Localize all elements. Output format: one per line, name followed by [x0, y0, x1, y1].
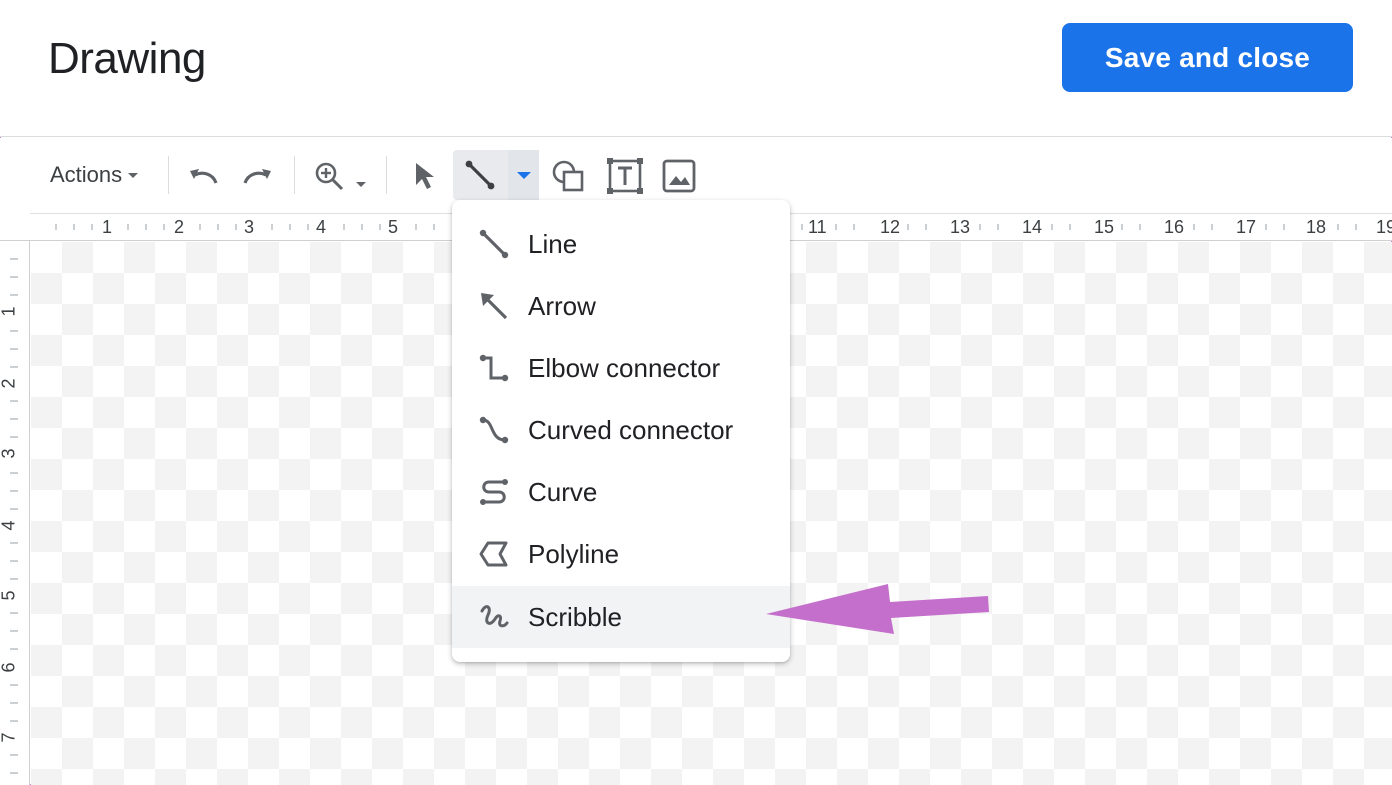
ruler-corner	[0, 213, 30, 241]
ruler-label: 12	[880, 217, 901, 237]
arrow-icon	[478, 290, 510, 322]
ruler-label: 17	[1236, 217, 1257, 237]
dialog-title: Drawing	[48, 34, 206, 83]
menu-item-label: Elbow connector	[528, 352, 721, 383]
toolbar-divider	[294, 156, 295, 194]
shape-icon[interactable]	[547, 155, 589, 197]
textbox-icon[interactable]	[604, 155, 646, 197]
undo-icon[interactable]	[182, 155, 224, 197]
polyline-icon	[478, 538, 510, 570]
toolbar-divider	[386, 156, 387, 194]
menu-item-curve[interactable]: Curve	[452, 461, 790, 523]
menu-item-label: Curved connector	[528, 414, 734, 445]
menu-item-label: Curve	[528, 476, 598, 507]
line-tool-dropdown[interactable]	[508, 150, 539, 200]
ruler-label: 3	[0, 448, 19, 459]
ruler-label: 11	[808, 217, 827, 237]
line-icon	[463, 158, 497, 192]
menu-item-scribble[interactable]: Scribble	[452, 586, 790, 648]
actions-menu-button[interactable]: Actions	[50, 162, 139, 188]
chevron-down-icon	[128, 172, 139, 178]
image-icon[interactable]	[658, 155, 700, 197]
menu-item-line[interactable]: Line	[452, 213, 790, 275]
curve-icon	[478, 476, 510, 508]
menu-item-label: Arrow	[528, 290, 596, 321]
elbow-connector-icon	[478, 352, 510, 384]
curved-connector-icon	[478, 414, 510, 446]
ruler-label: 16	[1164, 217, 1185, 237]
ruler-label: 14	[1022, 217, 1043, 237]
ruler-label: 4	[0, 520, 19, 531]
menu-item-arrow[interactable]: Arrow	[452, 275, 790, 337]
menu-item-label: Line	[528, 228, 578, 259]
ruler-label: 19	[1376, 217, 1392, 237]
ruler-label: 15	[1094, 217, 1115, 237]
ruler-vertical: 1 2 3 4 5 6 7	[0, 241, 30, 785]
line-icon	[478, 228, 510, 260]
select-icon[interactable]	[403, 155, 445, 197]
menu-item-curved-connector[interactable]: Curved connector	[452, 399, 790, 461]
ruler-label: 1	[102, 217, 113, 237]
dialog-header: Drawing Save and close	[0, 0, 1392, 137]
save-and-close-button[interactable]: Save and close	[1062, 23, 1353, 92]
toolbar-divider	[168, 156, 169, 194]
menu-item-polyline[interactable]: Polyline	[452, 523, 790, 585]
scribble-icon	[478, 601, 510, 633]
ruler-label: 7	[0, 732, 19, 743]
zoom-icon[interactable]	[308, 155, 350, 197]
actions-label: Actions	[50, 162, 123, 187]
ruler-label: 1	[0, 306, 19, 317]
line-type-menu: Line Arrow Elbow connector Curved connec…	[452, 200, 790, 662]
ruler-label: 13	[950, 217, 971, 237]
redo-icon[interactable]	[237, 155, 279, 197]
annotation-arrow-icon	[766, 584, 989, 634]
ruler-label: 18	[1306, 217, 1327, 237]
menu-item-label: Polyline	[528, 538, 620, 569]
ruler-label: 5	[0, 590, 19, 601]
ruler-label: 6	[0, 662, 19, 673]
menu-item-label: Scribble	[528, 601, 622, 632]
ruler-label: 2	[0, 378, 19, 389]
ruler-label: 5	[388, 217, 399, 237]
menu-item-elbow-connector[interactable]: Elbow connector	[452, 337, 790, 399]
chevron-down-icon	[516, 171, 531, 179]
ruler-label: 3	[244, 217, 255, 237]
zoom-dropdown-icon[interactable]	[356, 174, 366, 192]
ruler-label: 4	[316, 217, 327, 237]
ruler-label: 2	[174, 217, 185, 237]
